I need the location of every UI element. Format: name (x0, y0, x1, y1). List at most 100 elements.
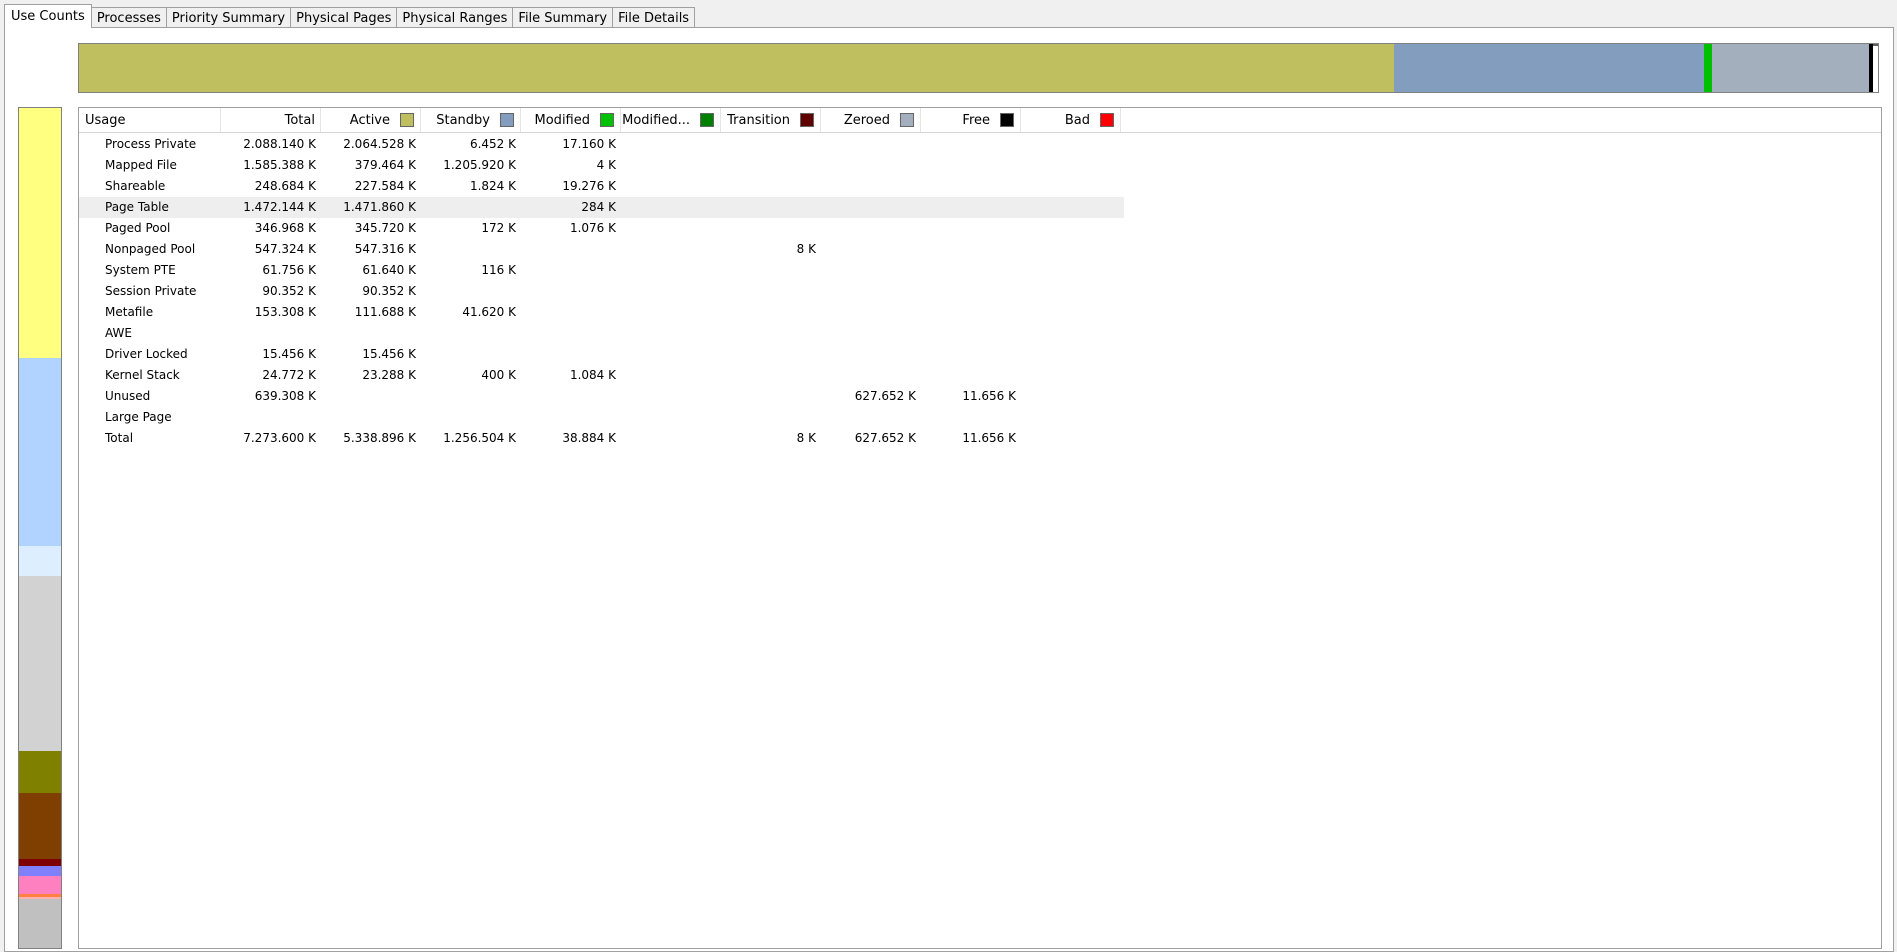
cell-total: 153.308 K (254, 305, 316, 319)
usage-label: Mapped File (105, 158, 177, 172)
cell-total: 15.456 K (262, 347, 316, 361)
column-header-modified[interactable]: Modified (521, 108, 621, 132)
cell-modified: 4 K (596, 158, 616, 172)
table-row-shareable[interactable]: Shareable 248.684 K 227.584 K 1.824 K 19.276… (79, 176, 1124, 197)
column-header-bad[interactable]: Bad (1021, 108, 1121, 132)
legend-swatch-modified (700, 113, 714, 127)
cell-active: 1.471.860 K (343, 200, 416, 214)
column-header-label: Usage (85, 113, 126, 128)
column-header-label: Free (962, 113, 990, 128)
column-header-standby[interactable]: Standby (421, 108, 521, 132)
cell-standby: 41.620 K (462, 305, 516, 319)
cell-active: 23.288 K (362, 368, 416, 382)
column-header-label: Active (349, 113, 390, 128)
cell-total: 2.088.140 K (243, 137, 316, 151)
cell-standby: 172 K (481, 221, 516, 235)
tab-file-details[interactable]: File Details (612, 7, 696, 28)
usage-bar-system-pte-segment (19, 859, 61, 866)
legend-swatch-transition (800, 113, 814, 127)
usage-memory-bar (18, 107, 62, 949)
legend-swatch-bad (1100, 113, 1114, 127)
tab-file-summary[interactable]: File Summary (512, 7, 614, 28)
table-row-process-private[interactable]: Process Private 2.088.140 K 2.064.528 K 6.4… (79, 134, 1124, 155)
cell-active: 227.584 K (354, 179, 416, 193)
cell-zeroed: 627.652 K (854, 431, 916, 445)
table-row-metafile[interactable]: Metafile 153.308 K 111.688 K 41.620 K (79, 302, 1124, 323)
memory-bar-modified-segment (1704, 44, 1712, 92)
cell-modified: 17.160 K (562, 137, 616, 151)
usage-label: Kernel Stack (105, 368, 180, 382)
usage-bar-process-private-segment (19, 108, 61, 358)
memory-bar-zeroed-segment (1712, 44, 1869, 92)
tab-physical-pages[interactable]: Physical Pages (290, 7, 398, 28)
cell-total: 61.756 K (262, 263, 316, 277)
usage-label: Nonpaged Pool (105, 242, 196, 256)
cell-zeroed: 627.652 K (854, 389, 916, 403)
legend-swatch-free (1000, 113, 1014, 127)
cell-active: 345.720 K (354, 221, 416, 235)
table-row-session-private[interactable]: Session Private 90.352 K 90.352 K (79, 281, 1124, 302)
usage-bar-paged-pool-segment (19, 751, 61, 793)
table-row-unused[interactable]: Unused 639.308 K 627.652 K 11.656 K (79, 386, 1124, 407)
cell-modified: 1.084 K (569, 368, 616, 382)
usage-label: Shareable (105, 179, 166, 193)
table-row-system-pte[interactable]: System PTE 61.756 K 61.640 K 116 K (79, 260, 1124, 281)
table-row-total[interactable]: Total 7.273.600 K 5.338.896 K 1.256.504 K 38… (79, 428, 1124, 449)
cell-total: 639.308 K (254, 389, 316, 403)
usage-bar-shareable-segment (19, 546, 61, 576)
cell-active: 547.316 K (354, 242, 416, 256)
table-header: Usage Total Active Standby Modified Modified.… (79, 108, 1881, 133)
column-header-zeroed[interactable]: Zeroed (821, 108, 921, 132)
cell-standby: 1.256.504 K (443, 431, 516, 445)
memory-bar-free-segment (1869, 44, 1873, 92)
usage-label: Process Private (105, 137, 197, 151)
column-header-free[interactable]: Free (921, 108, 1021, 132)
use-counts-table: Usage Total Active Standby Modified Modified.… (78, 107, 1882, 949)
usage-label: Page Table (105, 200, 169, 214)
legend-swatch-modified (600, 113, 614, 127)
cell-total: 90.352 K (262, 284, 316, 298)
usage-bar-unused-segment (19, 899, 61, 948)
table-row-mapped-file[interactable]: Mapped File 1.585.388 K 379.464 K 1.205.920… (79, 155, 1124, 176)
legend-swatch-active (400, 113, 414, 127)
tab-priority-summary[interactable]: Priority Summary (165, 7, 292, 28)
tab-use-counts[interactable]: Use Counts (4, 4, 92, 28)
tab-processes[interactable]: Processes (90, 7, 167, 28)
cell-free: 11.656 K (962, 431, 1016, 445)
cell-active: 2.064.528 K (343, 137, 416, 151)
table-row-kernel-stack[interactable]: Kernel Stack 24.772 K 23.288 K 400 K 1.084 K (79, 365, 1124, 386)
cell-active: 111.688 K (354, 305, 416, 319)
cell-free: 11.656 K (962, 389, 1016, 403)
cell-active: 5.338.896 K (343, 431, 416, 445)
cell-standby: 1.824 K (469, 179, 516, 193)
cell-modified: 284 K (581, 200, 616, 214)
table-row-nonpaged-pool[interactable]: Nonpaged Pool 547.324 K 547.316 K 8 K (79, 239, 1124, 260)
table-row-paged-pool[interactable]: Paged Pool 346.968 K 345.720 K 172 K 1.076 K (79, 218, 1124, 239)
column-header-total[interactable]: Total (221, 108, 321, 132)
usage-label: System PTE (105, 263, 176, 277)
cell-standby: 1.205.920 K (443, 158, 516, 172)
usage-label: Large Page (105, 410, 172, 424)
cell-active: 90.352 K (362, 284, 416, 298)
table-row-driver-locked[interactable]: Driver Locked 15.456 K 15.456 K (79, 344, 1124, 365)
tab-strip: Use Counts Processes Priority Summary Physi… (4, 4, 696, 28)
usage-bar-mapped-file-segment (19, 358, 61, 546)
column-header-transition[interactable]: Transition (721, 108, 821, 132)
memory-bar-active-segment (79, 44, 1394, 92)
column-header-modified[interactable]: Modified... (621, 108, 721, 132)
usage-bar-nonpaged-pool-segment (19, 793, 61, 859)
cell-total: 346.968 K (254, 221, 316, 235)
column-header-usage[interactable]: Usage (79, 108, 221, 132)
usage-label: Metafile (105, 305, 154, 319)
table-row-large-page[interactable]: Large Page (79, 407, 1124, 428)
cell-total: 24.772 K (262, 368, 316, 382)
table-row-page-table[interactable]: Page Table 1.472.144 K 1.471.860 K 284 K (79, 197, 1124, 218)
column-header-active[interactable]: Active (321, 108, 421, 132)
cell-standby: 400 K (481, 368, 516, 382)
cell-active: 379.464 K (354, 158, 416, 172)
cell-total: 1.472.144 K (243, 200, 316, 214)
usage-bar-page-table-segment (19, 576, 61, 751)
table-row-awe[interactable]: AWE (79, 323, 1124, 344)
tab-physical-ranges[interactable]: Physical Ranges (396, 7, 514, 28)
usage-label: Driver Locked (105, 347, 188, 361)
